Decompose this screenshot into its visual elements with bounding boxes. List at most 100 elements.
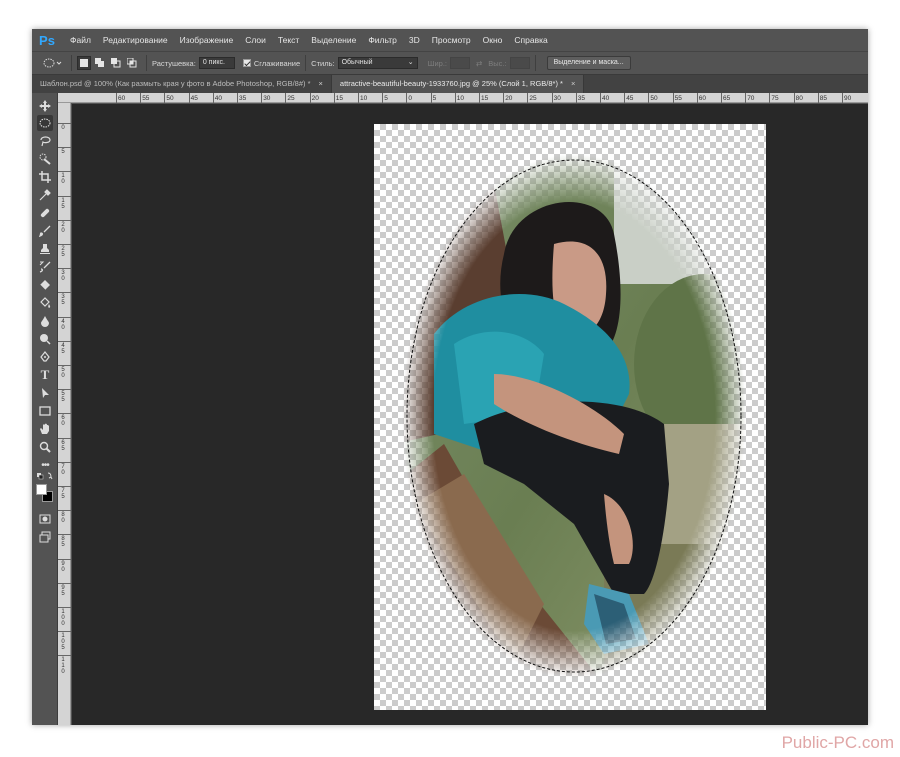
menu-window[interactable]: Окно bbox=[477, 29, 509, 51]
document-canvas[interactable] bbox=[374, 124, 766, 710]
tool-preset-picker[interactable] bbox=[42, 56, 64, 70]
drop-icon bbox=[41, 316, 49, 327]
menu-edit[interactable]: Редактирование bbox=[97, 29, 174, 51]
menu-text[interactable]: Текст bbox=[272, 29, 305, 51]
pen-tool[interactable] bbox=[37, 349, 53, 365]
lasso-tool[interactable] bbox=[37, 133, 53, 149]
feathered-photo bbox=[394, 144, 766, 704]
width-input[interactable] bbox=[449, 57, 470, 69]
elliptical-marquee-tool[interactable] bbox=[37, 115, 53, 131]
ruler-tick bbox=[575, 93, 577, 103]
close-icon[interactable]: × bbox=[319, 79, 323, 88]
rectangle-tool[interactable] bbox=[37, 403, 53, 419]
quick-mask-button[interactable] bbox=[37, 511, 53, 527]
ruler-tick bbox=[164, 93, 166, 103]
ruler-tick bbox=[58, 437, 71, 439]
healing-brush-tool[interactable] bbox=[37, 205, 53, 221]
ruler-tick bbox=[58, 607, 71, 608]
height-input[interactable] bbox=[509, 57, 530, 69]
swap-dimensions-icon[interactable]: ⇄ bbox=[476, 59, 482, 68]
type-tool[interactable]: T bbox=[37, 367, 53, 383]
history-brush-tool[interactable] bbox=[37, 259, 53, 275]
gradient-tool[interactable] bbox=[37, 295, 53, 311]
vertical-ruler[interactable]: 0 5 10 15 20 25 30 35 40 45 50 55 60 65 70 75 80 85 90 95 10… bbox=[58, 103, 71, 725]
ruler-tick-label: 65 bbox=[723, 95, 731, 102]
ruler-tick-label: 10 bbox=[61, 173, 65, 186]
ellipsis-icon: ••• bbox=[41, 459, 49, 471]
ruler-tick bbox=[58, 219, 71, 221]
hand-tool[interactable] bbox=[37, 421, 53, 437]
ruler-tick-label: 20 bbox=[505, 95, 513, 102]
menu-3d[interactable]: 3D bbox=[403, 29, 426, 51]
foreground-color-swatch[interactable] bbox=[36, 484, 47, 495]
ruler-tick bbox=[430, 93, 432, 103]
document-tabs: Шаблон.psd @ 100% (Как размыть края у фо… bbox=[32, 75, 868, 93]
antialias-checkbox[interactable] bbox=[242, 59, 251, 67]
select-and-mask-button[interactable]: Выделение и маска... bbox=[546, 56, 631, 70]
quick-selection-tool[interactable] bbox=[37, 151, 53, 167]
crop-icon bbox=[39, 171, 51, 183]
close-icon[interactable]: × bbox=[571, 79, 575, 88]
dodge-tool[interactable] bbox=[37, 331, 53, 347]
ruler-tick-label: 15 bbox=[481, 95, 489, 102]
zoom-tool[interactable] bbox=[37, 439, 53, 455]
clone-stamp-tool[interactable] bbox=[37, 241, 53, 257]
subtract-selection-button[interactable] bbox=[109, 56, 123, 70]
ellipse-marquee-icon bbox=[43, 58, 62, 68]
screen-mode-button[interactable] bbox=[37, 529, 53, 545]
move-tool[interactable] bbox=[37, 98, 53, 114]
tab-attractive-beauty-jpg[interactable]: attractive-beautiful-beauty-1933760.jpg … bbox=[331, 75, 585, 93]
feather-input[interactable]: 0 пикс. bbox=[198, 57, 235, 69]
horizontal-ruler[interactable]: 60 55 50 45 40 35 30 25 20 15 10 5 0 5 10 15 20 25 30 35 40 4… bbox=[58, 93, 868, 103]
path-selection-tool[interactable] bbox=[37, 385, 53, 401]
dodge-icon bbox=[40, 334, 51, 345]
brush-tool[interactable] bbox=[37, 223, 53, 239]
new-selection-button[interactable] bbox=[77, 56, 91, 70]
magnifier-icon bbox=[39, 441, 51, 453]
ruler-tick-label: 0 bbox=[408, 95, 413, 102]
divider bbox=[146, 55, 147, 71]
ruler-tick-label: 50 bbox=[166, 95, 174, 102]
ruler-tick bbox=[696, 93, 698, 103]
menu-filter[interactable]: Фильтр bbox=[362, 29, 403, 51]
menu-select[interactable]: Выделение bbox=[305, 29, 362, 51]
divider bbox=[305, 55, 307, 71]
intersect-selection-button[interactable] bbox=[125, 56, 139, 70]
crop-tool[interactable] bbox=[37, 169, 53, 185]
menu-items: Файл Редактирование Изображение Слои Тек… bbox=[64, 29, 554, 51]
ruler-tick-label: 35 bbox=[577, 95, 586, 102]
reset-colors-button[interactable] bbox=[37, 471, 53, 481]
ruler-tick bbox=[58, 558, 71, 560]
menu-file[interactable]: Файл bbox=[64, 29, 97, 51]
menu-view[interactable]: Просмотр bbox=[426, 29, 477, 51]
style-select[interactable]: Обычный ⌄ bbox=[337, 57, 418, 69]
eyedropper-tool[interactable] bbox=[37, 187, 53, 203]
eraser-tool[interactable] bbox=[37, 277, 53, 293]
antialias-toggle[interactable]: Сглаживание bbox=[242, 58, 301, 68]
ruler-tick bbox=[817, 93, 819, 103]
blur-tool[interactable] bbox=[37, 313, 53, 329]
menu-image[interactable]: Изображение bbox=[174, 29, 240, 51]
menu-layers[interactable]: Слои bbox=[239, 29, 272, 51]
type-icon: T bbox=[40, 367, 50, 382]
ruler-tick-label: 0 bbox=[61, 125, 65, 131]
ruler-tick-label: 35 bbox=[61, 294, 65, 307]
tab-template-psd[interactable]: Шаблон.psd @ 100% (Как размыть края у фо… bbox=[32, 75, 332, 93]
menu-help[interactable]: Справка bbox=[508, 29, 553, 51]
ruler-tick-label: 80 bbox=[61, 512, 65, 525]
ruler-tick bbox=[58, 486, 71, 487]
ps-logo: Ps bbox=[39, 32, 55, 48]
add-selection-button[interactable] bbox=[93, 56, 107, 70]
color-swatches[interactable] bbox=[35, 483, 55, 505]
ruler-tick-label: 10 bbox=[456, 95, 465, 102]
ruler-tick bbox=[58, 340, 71, 342]
antialias-label: Сглаживание bbox=[253, 58, 301, 68]
subtract-selection-icon bbox=[111, 58, 121, 68]
ruler-tick-label: 60 bbox=[61, 415, 65, 428]
ruler-tick bbox=[58, 631, 71, 633]
divider bbox=[71, 55, 72, 71]
photoshop-window: Ps Файл Редактирование Изображение Слои … bbox=[32, 29, 868, 725]
ellipse-marquee-icon bbox=[39, 118, 51, 128]
ruler-tick bbox=[58, 244, 71, 245]
stamp-icon bbox=[40, 244, 50, 254]
